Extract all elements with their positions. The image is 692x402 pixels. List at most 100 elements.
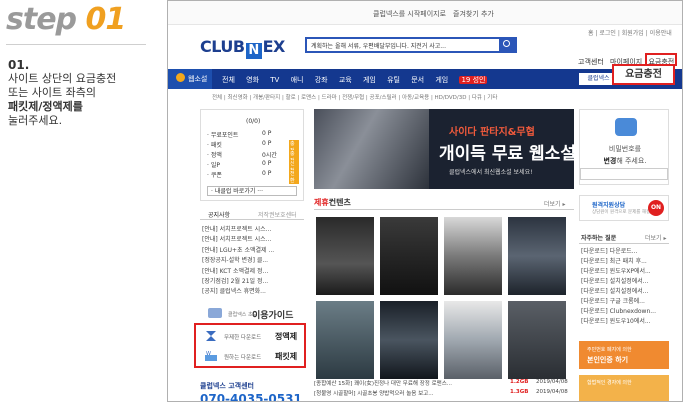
points-row: · 무료포인트 0 P xyxy=(207,130,299,139)
nav-item[interactable]: TV xyxy=(270,76,279,84)
row-title: [종합예산 15화] 쾌이(女)진정나 대만 무료해 장정 로맨스... xyxy=(314,381,453,387)
logo-mark: N xyxy=(245,43,262,59)
logo-text-right: EX xyxy=(262,37,286,56)
instruction-line: 눌러주세요. xyxy=(8,114,63,127)
list-item[interactable]: [다운로드] 설치설정에서... xyxy=(581,287,656,297)
sub-nav[interactable]: 전체 | 최신영화 | 개봉/판타지 | 할로 | 로맨스 | 드라마 | 전쟁… xyxy=(212,93,497,101)
content-divider xyxy=(314,209,574,210)
customer-center-link[interactable]: 고객센터 xyxy=(578,58,604,66)
search-box[interactable]: 계획하는 올해 서류, 우편배달부입니다. 지전거 사고... xyxy=(305,37,517,53)
nav-item[interactable]: 문서 xyxy=(411,76,424,84)
table-row[interactable]: [종합예산 15화] 쾌이(女)진정나 대만 무료해 장정 로맨스... 1.2G… xyxy=(314,379,574,389)
faq-divider xyxy=(579,243,669,244)
list-item[interactable]: [안내] KCT 소액결제 정... xyxy=(202,267,306,277)
step-index: 01. xyxy=(8,58,30,72)
points-row: · 패킷0 P충전 xyxy=(207,140,299,154)
password-text: 비밀번호를 xyxy=(608,145,642,153)
search-button[interactable] xyxy=(499,37,517,53)
list-item[interactable]: [다운로드] 윈도우10에서... xyxy=(581,317,656,327)
list-item[interactable]: [공지] 클럽넥스 휴면화... xyxy=(202,287,306,297)
content-more-link[interactable]: 더보기 ▸ xyxy=(544,199,565,208)
utility-links[interactable]: 홈 | 로그인 | 회원가입 | 이용안내 xyxy=(588,28,672,37)
identity-verify-button[interactable]: 주민번호 폐지에 의한 본인인증 하기 xyxy=(579,341,669,369)
faq-more-link[interactable]: 더보기 ▸ xyxy=(645,233,666,242)
nav-items: 전체 영화 TV 애니 강좌 교육 게임 유틸 문서 게임 19 성인 xyxy=(222,75,496,85)
row-title: [청불영 시골할머] 시골초봉 양밥먹으러 놀음 보고... xyxy=(314,391,434,397)
banner-title: 개이득 무료 웹소설 xyxy=(439,144,574,164)
legal-verify-button[interactable]: 합법적인 경자에 의한 xyxy=(579,375,669,401)
table-row[interactable]: [청불영 시골할머] 시골초봉 양밥먹으러 놀음 보고... 1.3GB 2019/… xyxy=(314,389,574,399)
flat-rate-button[interactable]: 무제한 다운로드 정액제 xyxy=(200,328,304,346)
points-header: (0/0) xyxy=(246,118,261,125)
password-text-2: 변경해 주세요. xyxy=(580,156,670,166)
nav-item[interactable]: 애니 xyxy=(291,76,304,84)
points-box: (0/0) · 무료포인트0 P · 패킷0 P충전 · 정액0시간충전 · 일… xyxy=(200,109,304,201)
tutorial-screen: step 01 01. 사이트 상단의 요금충전 또는 사이트 좌측의 패킷제/… xyxy=(0,0,692,402)
tutorial-panel: step 01 01. 사이트 상단의 요금충전 또는 사이트 좌측의 패킷제/… xyxy=(0,0,160,402)
nav-webnovel[interactable]: 웹소설 xyxy=(168,69,212,89)
nav-item[interactable]: 게임 xyxy=(363,76,376,84)
cs-phone: 070-4035-0531 xyxy=(200,392,302,402)
banner-art xyxy=(314,109,429,189)
nav-item[interactable]: 영화 xyxy=(246,76,259,84)
poster[interactable] xyxy=(316,217,374,295)
row-date: 2019/04/08 xyxy=(536,379,568,385)
list-item[interactable]: [안내] LGU+초 소액결제 ... xyxy=(202,246,306,256)
list-item[interactable]: [다운로드] 구글 크롬에... xyxy=(581,297,656,307)
content-list: [종합예산 15화] 쾌이(女)진정나 대만 무료해 장정 로맨스... 1.2G… xyxy=(314,379,574,399)
packet-button[interactable]: W 원하는 다운로드 패킷제 xyxy=(200,348,304,366)
usage-guide[interactable]: 클럽넥스 초보 이용가이드 xyxy=(200,305,304,323)
points-action[interactable]: 전환 xyxy=(289,170,299,184)
step-instructions: 사이트 상단의 요금충전 또는 사이트 좌측의 패킷제/정액제를 눌러주세요. xyxy=(8,72,158,128)
poster[interactable] xyxy=(444,301,502,379)
remote-support[interactable]: 원격지원상담 상담원이 원격으로 문제를 해결 ON xyxy=(579,195,669,221)
list-item[interactable]: [안내] 서치프로젝트 시스... xyxy=(202,235,306,245)
charge-callout[interactable]: 요금충전 xyxy=(612,64,675,85)
promo-banner[interactable]: 사이다 판타지&무협 개이득 무료 웹소설 클럽넥스에서 최신웹소설 보세요! xyxy=(314,109,574,189)
poster[interactable] xyxy=(508,217,566,295)
list-item[interactable]: [안내] 서치프로젝트 시스... xyxy=(202,225,306,235)
notice-list: [안내] 서치프로젝트 시스... [안내] 서치프로젝트 시스... [안내]… xyxy=(202,225,306,298)
nav-item-adult[interactable]: 19 성인 xyxy=(459,76,488,84)
guide-icon xyxy=(208,308,222,318)
tab-copyright[interactable]: 저작권보호센터 xyxy=(258,210,297,219)
tab-notices[interactable]: 공지사항 xyxy=(208,210,230,219)
list-item[interactable]: [다운로드] 설치설정에서... xyxy=(581,277,656,287)
step-number: 01 xyxy=(85,2,126,37)
instruction-line: 또는 사이트 좌측의 xyxy=(8,86,96,99)
list-item[interactable]: [정장공지-설학 변경] 클... xyxy=(202,256,306,266)
poster[interactable] xyxy=(316,301,374,379)
points-label: · 무료포인트 xyxy=(207,132,239,139)
list-item[interactable]: [다운로드] 최근 패치 후... xyxy=(581,257,656,267)
poster[interactable] xyxy=(380,217,438,295)
row-size: 1.2GB xyxy=(510,379,529,385)
plan-small: 무제한 다운로드 xyxy=(224,335,262,341)
list-item[interactable]: [다운로드] Clubnexdown... xyxy=(581,307,656,317)
list-item[interactable]: [장기점검] 2월 21일 정... xyxy=(202,277,306,287)
points-label: · 일P xyxy=(207,162,220,169)
set-start-page-link[interactable]: 클럽넥스를 시작페이지로 xyxy=(373,9,446,19)
password-input[interactable] xyxy=(580,168,668,180)
poster[interactable] xyxy=(508,301,566,379)
poster[interactable] xyxy=(380,301,438,379)
nav-item[interactable]: 유틸 xyxy=(387,76,400,84)
nav-item[interactable]: 전체 xyxy=(222,76,235,84)
nav-item[interactable]: 교육 xyxy=(339,76,352,84)
list-item[interactable]: [다운로드] 다운로드... xyxy=(581,247,656,257)
nav-item[interactable]: 게임 xyxy=(435,76,448,84)
remote-desc: 상담원이 원격으로 문제를 해결 xyxy=(592,210,651,215)
nav-item[interactable]: 강좌 xyxy=(315,76,328,84)
add-favorite-link[interactable]: 즐겨찾기 추가 xyxy=(453,9,494,19)
password-change-link[interactable]: 변경 xyxy=(603,157,616,165)
points-row: · 정액0시간충전 xyxy=(207,150,299,164)
plan-highlight: 무제한 다운로드 정액제 W 원하는 다운로드 패킷제 xyxy=(194,323,306,368)
plan-title: 패킷제 xyxy=(275,352,298,361)
search-input[interactable]: 계획하는 올해 서류, 우편배달부입니다. 지전거 사고... xyxy=(311,41,446,50)
site-logo[interactable]: CLUB N EX xyxy=(200,37,285,59)
list-item[interactable]: [다운로드] 윈도우XP에서... xyxy=(581,267,656,277)
logo-text-left: CLUB xyxy=(200,37,245,56)
myclub-select[interactable]: · 내클럽 바로가기 ··· xyxy=(207,186,297,196)
poster[interactable] xyxy=(444,217,502,295)
verify-title: 본인인증 하기 xyxy=(587,356,629,364)
instruction-line: 사이트 상단의 요금충전 xyxy=(8,72,117,85)
